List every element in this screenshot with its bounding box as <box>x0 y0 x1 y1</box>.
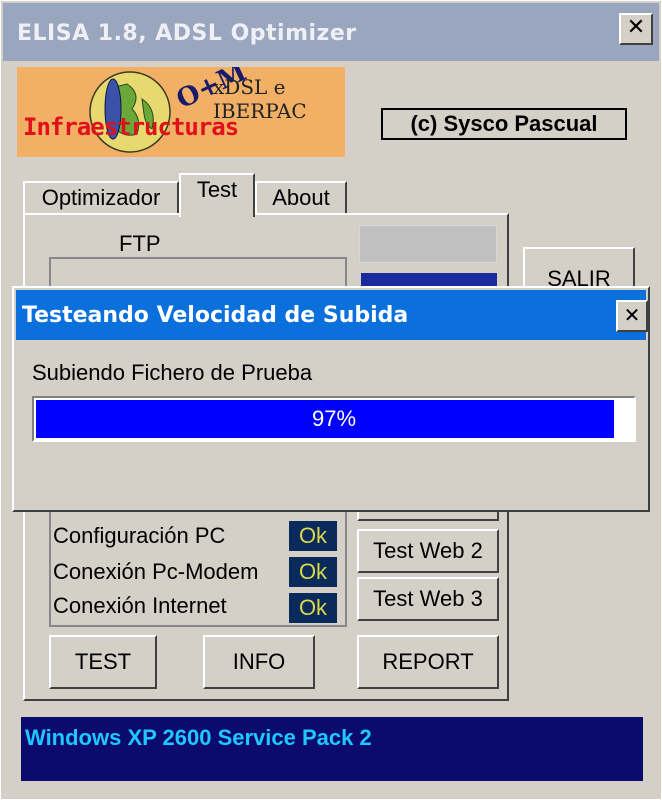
test-button[interactable]: TEST <box>49 635 157 689</box>
dialog-title: Testeando Velocidad de Subida <box>22 303 409 328</box>
dialog-title-bar: Testeando Velocidad de Subida ✕ <box>16 290 648 340</box>
tab-about[interactable]: About <box>255 181 347 215</box>
company-logo: O+M xDSL e IBERPAC Infraestructuras <box>17 67 345 157</box>
status-row-config-pc: Configuración PC Ok <box>53 521 343 553</box>
tab-test[interactable]: Test <box>179 173 255 217</box>
status-row-pc-modem: Conexión Pc-Modem Ok <box>53 557 343 589</box>
window-title: ELISA 1.8, ADSL Optimizer <box>17 21 357 46</box>
status-row-internet: Conexión Internet Ok <box>53 591 343 623</box>
report-button[interactable]: REPORT <box>357 635 499 689</box>
upload-progress-dialog: Testeando Velocidad de Subida ✕ Subiendo… <box>12 286 650 512</box>
status-ok-badge: Ok <box>289 593 337 623</box>
ftp-label: FTP <box>119 231 161 256</box>
os-status-bar: Windows XP 2600 Service Pack 2 <box>21 717 643 781</box>
progress-bar: 97% <box>32 396 636 442</box>
copyright-label: (c) Sysco Pascual <box>381 108 627 140</box>
progress-label: 97% <box>311 406 357 431</box>
logo-xdsl-text: xDSL e <box>213 75 286 99</box>
status-label: Conexión Pc-Modem <box>53 559 259 584</box>
status-ok-badge: Ok <box>289 557 337 587</box>
tab-optimizador[interactable]: Optimizador <box>23 181 179 215</box>
status-ok-badge: Ok <box>289 521 337 551</box>
info-button[interactable]: INFO <box>203 635 315 689</box>
os-version-text: Windows XP 2600 Service Pack 2 <box>25 725 372 750</box>
dialog-message: Subiendo Fichero de Prueba <box>32 360 313 385</box>
close-icon: ✕ <box>623 303 641 327</box>
test-web-2-button[interactable]: Test Web 2 <box>357 529 499 573</box>
ftp-result-field <box>359 225 497 263</box>
status-label: Conexión Internet <box>53 593 227 618</box>
logo-infra-text: Infraestructuras <box>23 113 239 141</box>
close-icon: ✕ <box>626 15 646 40</box>
test-web-3-button[interactable]: Test Web 3 <box>357 577 499 621</box>
globe-icon <box>89 71 171 153</box>
dialog-close-button[interactable]: ✕ <box>616 300 648 332</box>
title-bar: ELISA 1.8, ADSL Optimizer ✕ <box>3 3 659 61</box>
status-label: Configuración PC <box>53 523 226 548</box>
close-button[interactable]: ✕ <box>619 13 653 45</box>
